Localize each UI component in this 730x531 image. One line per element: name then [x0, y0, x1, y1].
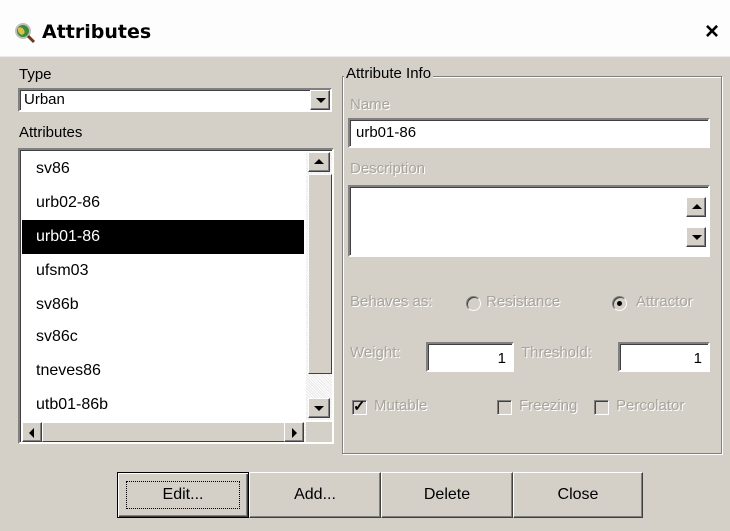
attributes-dialog: Attributes × Type Urban Attributes sv86 … — [0, 0, 730, 531]
weight-label: Weight: — [350, 344, 401, 361]
type-label: Type — [19, 66, 52, 83]
mutable-label: Mutable — [374, 397, 428, 414]
scroll-left-button[interactable] — [22, 422, 42, 442]
close-button-label: Close — [557, 486, 599, 503]
arrow-up-icon — [692, 204, 702, 209]
window-title: Attributes — [42, 21, 152, 43]
list-item[interactable]: tneves86 — [22, 354, 304, 388]
arrow-down-icon — [692, 235, 702, 240]
name-field[interactable]: urb01-86 — [348, 118, 710, 148]
description-scroll-down-button[interactable] — [686, 227, 706, 247]
mutable-checkbox[interactable]: ✓ — [352, 398, 367, 415]
vertical-scrollbar-thumb[interactable] — [308, 174, 332, 374]
percolator-label: Percolator — [616, 397, 685, 414]
list-item[interactable]: utb01-86b — [22, 388, 304, 422]
list-item-selected[interactable]: urb01-86 — [22, 220, 304, 254]
add-button[interactable]: Add... — [249, 472, 381, 518]
weight-field[interactable]: 1 — [426, 342, 514, 372]
name-label: Name — [350, 96, 391, 113]
attractor-radio[interactable] — [612, 296, 627, 311]
type-dropdown[interactable]: Urban — [18, 88, 332, 112]
scroll-down-button[interactable] — [308, 398, 330, 418]
type-dropdown-button[interactable] — [310, 90, 330, 110]
title-bar[interactable]: Attributes × — [0, 0, 730, 57]
threshold-label: Threshold: — [521, 344, 592, 361]
threshold-value: 1 — [693, 350, 702, 367]
description-scroll-up-button[interactable] — [686, 197, 706, 217]
delete-button[interactable]: Delete — [381, 472, 513, 518]
freezing-label: Freezing — [519, 397, 578, 414]
radio-selected-dot — [617, 301, 622, 306]
name-field-value: urb01-86 — [356, 124, 417, 141]
description-field[interactable] — [348, 185, 710, 257]
focus-ring — [126, 481, 240, 509]
freezing-checkbox[interactable] — [497, 400, 512, 415]
percolator-checkbox[interactable] — [594, 400, 609, 415]
scrollbar-corner — [306, 422, 332, 442]
globe-magnifier-icon — [15, 23, 36, 44]
horizontal-scrollbar-thumb[interactable] — [42, 422, 286, 442]
attributes-label: Attributes — [19, 124, 83, 141]
arrow-right-icon — [292, 428, 297, 438]
edit-button[interactable]: Edit... — [117, 472, 249, 518]
chevron-down-icon — [316, 98, 326, 103]
attractor-label: Attractor — [636, 293, 693, 310]
resistance-radio[interactable] — [466, 296, 481, 311]
type-dropdown-value: Urban — [24, 91, 65, 108]
behaves-as-label: Behaves as: — [350, 293, 433, 310]
arrow-left-icon — [29, 428, 34, 438]
scroll-right-button[interactable] — [284, 422, 304, 442]
arrow-up-icon — [314, 159, 324, 164]
add-button-label: Add... — [294, 486, 336, 503]
close-icon[interactable]: × — [705, 18, 719, 46]
weight-value: 1 — [497, 350, 506, 367]
threshold-field[interactable]: 1 — [618, 342, 710, 372]
list-item[interactable]: urb02-86 — [22, 186, 304, 220]
attribute-info-title: Attribute Info — [344, 65, 434, 82]
list-item[interactable]: sv86c — [22, 320, 304, 354]
resistance-label: Resistance — [486, 293, 561, 310]
delete-button-label: Delete — [423, 486, 471, 503]
close-button[interactable]: Close — [513, 472, 643, 518]
attributes-listbox[interactable]: sv86 urb02-86 urb01-86 ufsm03 sv86b sv86… — [18, 148, 334, 444]
arrow-down-icon — [314, 406, 324, 411]
list-item[interactable]: ufsm03 — [22, 254, 304, 288]
list-item[interactable]: sv86 — [22, 152, 304, 186]
scroll-up-button[interactable] — [308, 152, 330, 172]
list-item[interactable]: sv86b — [22, 288, 304, 322]
checkmark-icon: ✓ — [353, 398, 366, 415]
description-label: Description — [350, 160, 426, 177]
